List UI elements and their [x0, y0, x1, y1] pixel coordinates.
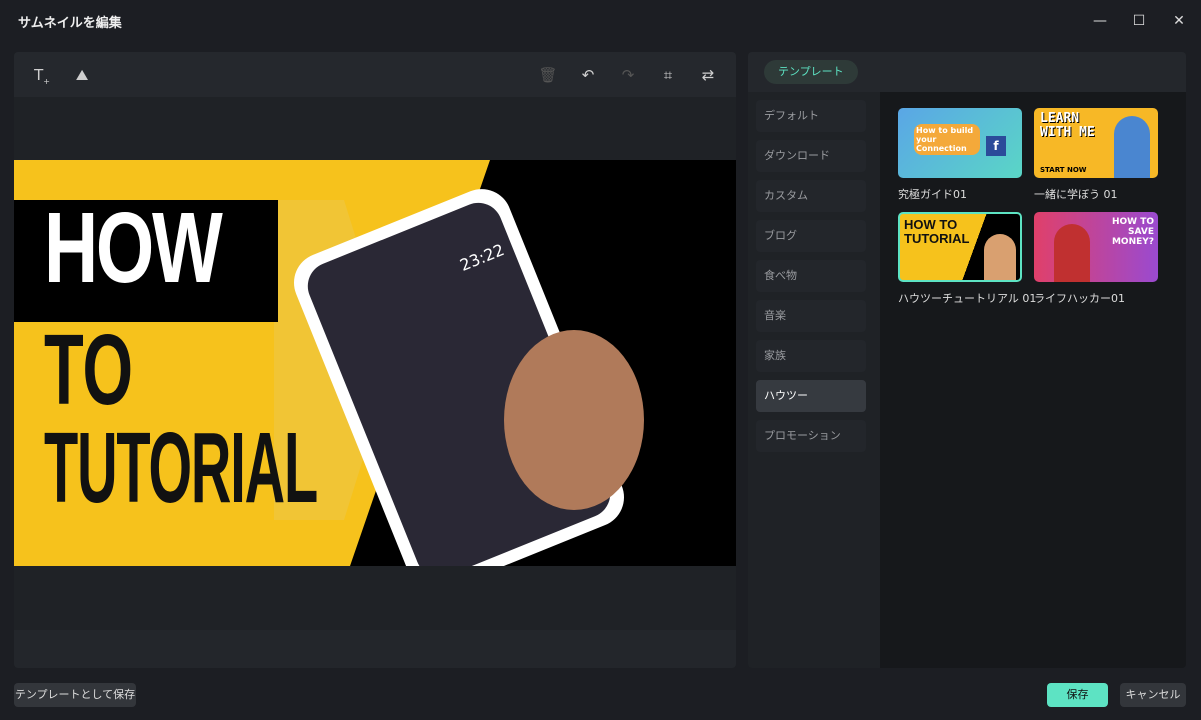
cancel-button[interactable]: キャンセル [1120, 683, 1186, 707]
category-food[interactable]: 食べ物 [756, 260, 866, 292]
template-label: ライフハッカー01 [1034, 292, 1125, 305]
facebook-icon: f [986, 136, 1006, 156]
category-download[interactable]: ダウンロード [756, 140, 866, 172]
redo-icon[interactable]: ↷ [615, 62, 641, 88]
save-as-template-button[interactable]: テンプレートとして保存 [14, 683, 136, 707]
headline-line2: TO [44, 314, 134, 426]
timeline-strip [14, 630, 736, 668]
category-default[interactable]: デフォルト [756, 100, 866, 132]
template-thumb-text: LEARN WITH ME [1040, 111, 1095, 140]
delete-icon[interactable]: 🗑 [535, 62, 561, 88]
tab-template[interactable]: テンプレート [764, 60, 858, 84]
tab-bar: テンプレート [748, 52, 1186, 92]
headline-line1: HOW [44, 192, 223, 304]
toolbar: T+ ⛰ 🗑 ↶ ↷ ⌗ ⇄ [14, 52, 736, 97]
category-promotion[interactable]: プロモーション [756, 420, 866, 452]
template-thumb-learn-with-me[interactable]: LEARN WITH ME START NOW [1034, 108, 1158, 178]
minimize-button[interactable]: — [1085, 8, 1115, 34]
template-thumb-text: How to build your Connection [914, 124, 980, 155]
template-panel: テンプレート デフォルト ダウンロード カスタム ブログ 食べ物 音楽 家族 ハ… [748, 52, 1186, 668]
template-label: ハウツーチュートリアル 01 [898, 292, 1037, 305]
add-text-icon[interactable]: T+ [29, 62, 55, 88]
window-title: サムネイルを編集 [18, 16, 122, 31]
person-figure [1114, 116, 1150, 178]
category-blog[interactable]: ブログ [756, 220, 866, 252]
close-button[interactable]: ✕ [1164, 8, 1194, 34]
template-thumb-subtext: START NOW [1040, 166, 1087, 174]
crop-icon[interactable]: ⌗ [655, 62, 681, 88]
undo-icon[interactable]: ↶ [575, 62, 601, 88]
template-label: 究極ガイド01 [898, 188, 967, 201]
template-thumb-howto-tutorial[interactable]: HOW TO TUTORIAL [898, 212, 1022, 282]
template-grid: How to build your Connection f 究極ガイド01 L… [880, 92, 1186, 668]
category-custom[interactable]: カスタム [756, 180, 866, 212]
category-family[interactable]: 家族 [756, 340, 866, 372]
maximize-button[interactable]: ☐ [1124, 8, 1154, 34]
editor-panel: T+ ⛰ 🗑 ↶ ↷ ⌗ ⇄ HOW TO TUTORIAL 23:22 [14, 52, 736, 668]
category-music[interactable]: 音楽 [756, 300, 866, 332]
template-thumb-life-hacker[interactable]: HOW TO SAVE MONEY? [1034, 212, 1158, 282]
headline-line3: TUTORIAL [44, 412, 318, 524]
replace-icon[interactable]: ⇄ [695, 62, 721, 88]
thumbnail-canvas[interactable]: HOW TO TUTORIAL 23:22 [14, 160, 736, 566]
template-thumb-ultimate-guide[interactable]: How to build your Connection f [898, 108, 1022, 178]
category-howto[interactable]: ハウツー [756, 380, 866, 412]
person-figure [984, 234, 1016, 280]
template-label: 一緒に学ぼう 01 [1034, 188, 1118, 201]
add-image-icon[interactable]: ⛰ [69, 62, 95, 88]
save-button[interactable]: 保存 [1047, 683, 1108, 707]
person-figure [1054, 224, 1090, 282]
template-thumb-text: HOW TO SAVE MONEY? [1111, 217, 1154, 247]
template-thumb-text: HOW TO TUTORIAL [904, 217, 970, 246]
